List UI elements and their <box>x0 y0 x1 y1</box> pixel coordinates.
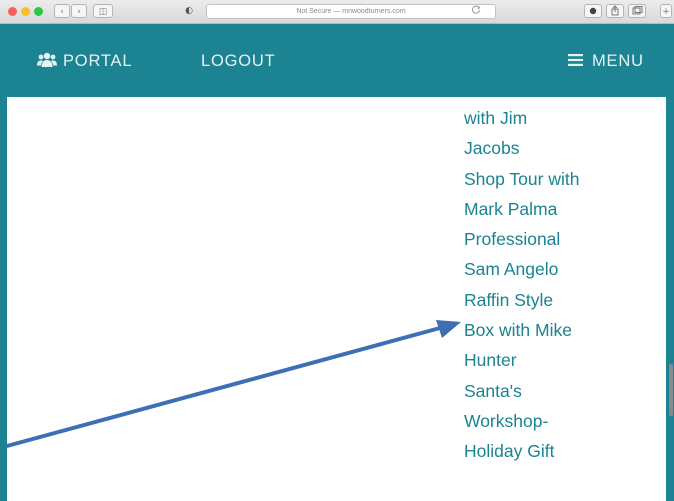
users-icon <box>37 52 57 67</box>
scrollbar-thumb[interactable] <box>669 364 673 416</box>
site-navbar: PORTAL LOGOUT MENU <box>7 24 666 97</box>
hamburger-icon <box>568 54 583 66</box>
portal-label: PORTAL <box>63 52 133 70</box>
extension-icon[interactable] <box>584 4 602 18</box>
address-bar-text: Not Secure — mnwoodturners.com <box>296 8 406 15</box>
list-item[interactable]: Jacobs <box>464 133 664 163</box>
portal-link[interactable]: PORTAL <box>37 51 132 71</box>
list-item[interactable]: Shop Tour with <box>464 164 664 194</box>
back-icon[interactable]: ‹ <box>54 4 70 18</box>
minimize-icon[interactable] <box>21 7 30 16</box>
link-list: with Jim Jacobs Shop Tour with Mark Palm… <box>464 103 664 467</box>
list-item[interactable]: Box with Mike <box>464 315 664 345</box>
browser-toolbar: ‹ › ◫ ◐ Not Secure — mnwoodturners.com + <box>0 0 674 24</box>
tabs-icon[interactable] <box>628 4 646 18</box>
list-item[interactable]: Sam Angelo <box>464 254 664 284</box>
list-item[interactable]: Professional <box>464 224 664 254</box>
privacy-shield-icon[interactable]: ◐ <box>182 4 196 18</box>
list-item[interactable]: Holiday Gift <box>464 436 664 466</box>
list-item[interactable]: with Jim <box>464 103 664 133</box>
forward-icon[interactable]: › <box>71 4 87 18</box>
share-icon[interactable] <box>606 4 624 18</box>
address-bar[interactable]: Not Secure — mnwoodturners.com <box>206 4 496 19</box>
list-item[interactable]: Hunter <box>464 345 664 375</box>
list-item[interactable]: Mark Palma <box>464 194 664 224</box>
menu-button[interactable]: MENU <box>568 51 644 71</box>
close-icon[interactable] <box>8 7 17 16</box>
sidebar-icon[interactable]: ◫ <box>93 4 113 18</box>
list-item[interactable]: Santa's <box>464 376 664 406</box>
list-item[interactable]: Raffin Style <box>464 285 664 315</box>
logout-link[interactable]: LOGOUT <box>201 51 275 71</box>
reload-icon[interactable] <box>470 5 482 19</box>
menu-label: MENU <box>592 52 644 70</box>
new-tab-icon[interactable]: + <box>660 4 672 18</box>
logout-label: LOGOUT <box>201 52 276 70</box>
zoom-icon[interactable] <box>34 7 43 16</box>
list-item[interactable]: Workshop- <box>464 406 664 436</box>
